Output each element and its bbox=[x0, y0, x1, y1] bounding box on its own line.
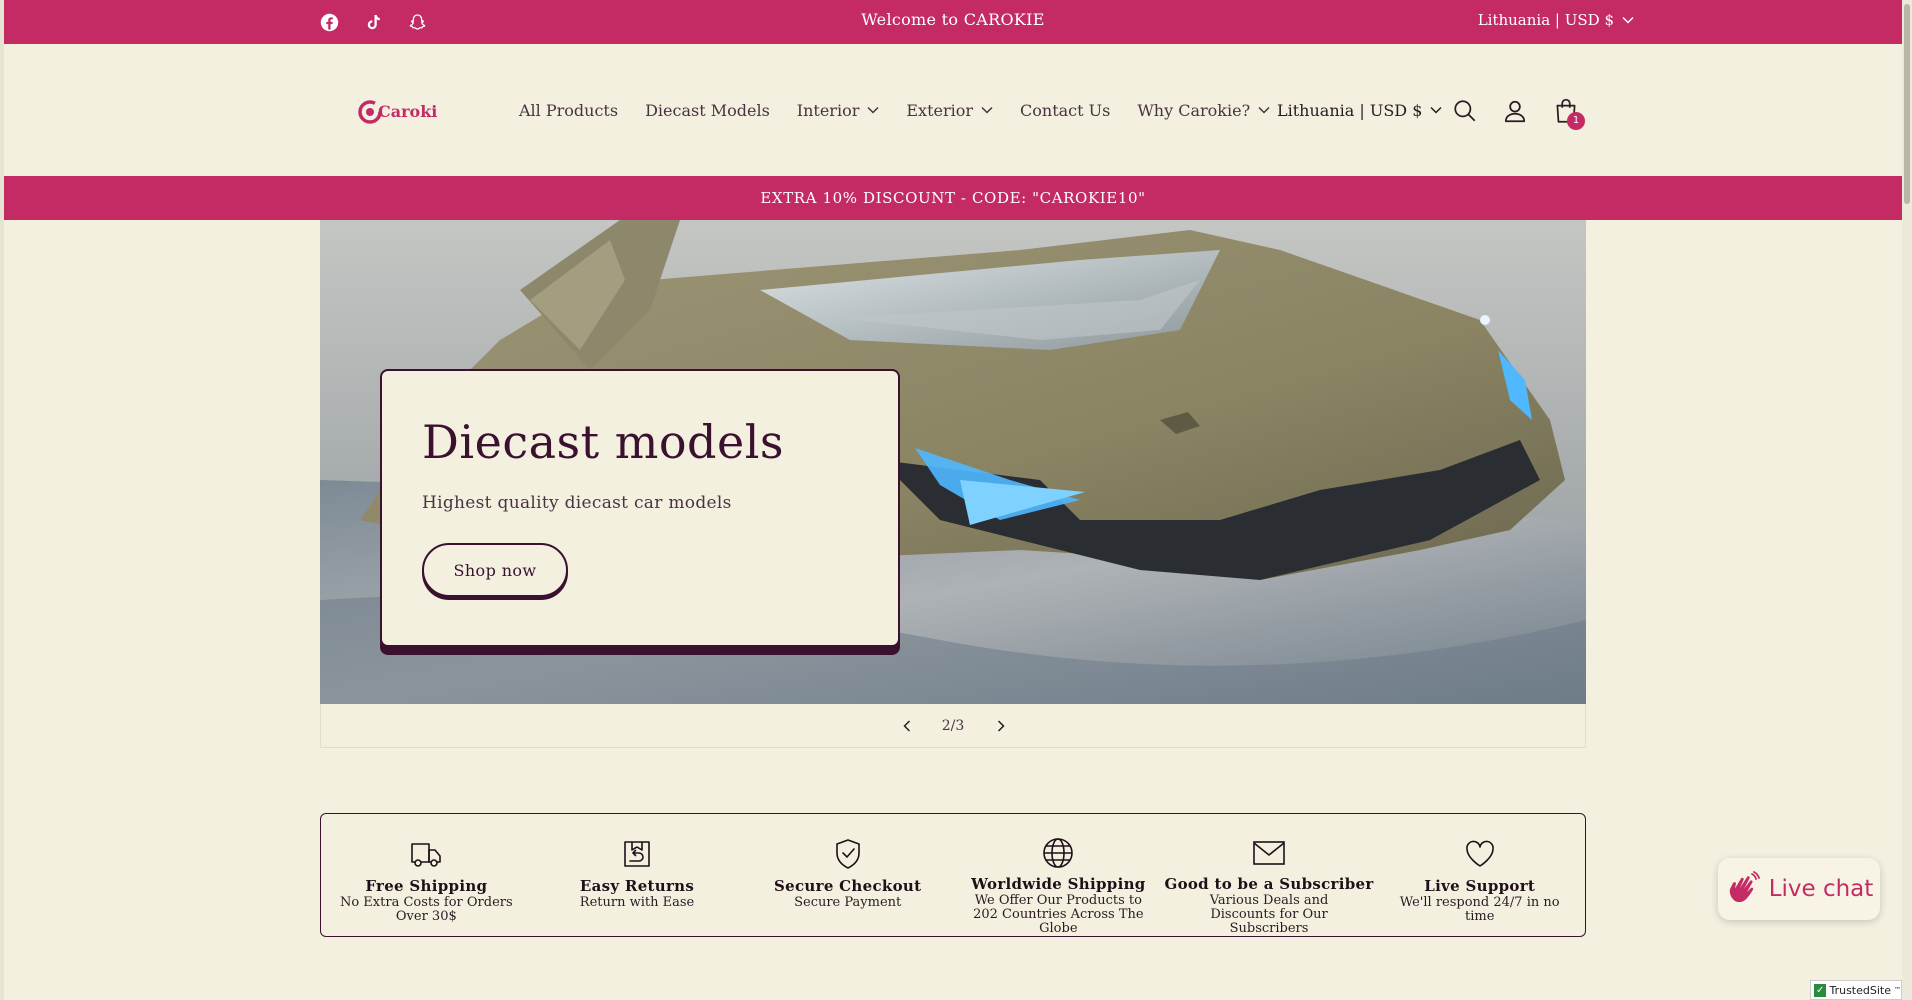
next-slide-button[interactable] bbox=[989, 714, 1013, 738]
chevron-down-icon bbox=[1622, 16, 1634, 24]
nav-label: Exterior bbox=[906, 100, 974, 120]
hero-title: Diecast models bbox=[422, 415, 785, 469]
waving-hand-icon bbox=[1729, 871, 1760, 903]
feature-description: We'll respond 24/7 in no time bbox=[1399, 895, 1560, 924]
feature-free-shipping: Free Shipping No Extra Costs for Orders … bbox=[321, 814, 532, 936]
chevron-down-icon bbox=[867, 106, 879, 114]
feature-description: No Extra Costs for Orders Over 30$ bbox=[339, 895, 513, 924]
chevron-right-icon bbox=[997, 720, 1005, 732]
promo-banner: EXTRA 10% DISCOUNT - CODE: "CAROKIE10" bbox=[4, 176, 1902, 220]
live-chat-button[interactable]: Live chat bbox=[1718, 858, 1880, 920]
feature-subscriber: Good to be a Subscriber Various Deals an… bbox=[1164, 814, 1375, 936]
feature-secure-checkout: Secure Checkout Secure Payment bbox=[742, 814, 953, 936]
truck-icon bbox=[411, 843, 442, 867]
feature-easy-returns: Easy Returns Return with Ease bbox=[532, 814, 743, 936]
feature-title: Worldwide Shipping bbox=[971, 875, 1146, 893]
site-header: Carokie All Products Diecast Models Inte… bbox=[4, 44, 1902, 176]
feature-description: Return with Ease bbox=[579, 895, 695, 910]
nav-diecast-models[interactable]: Diecast Models bbox=[645, 101, 770, 120]
check-icon: ✓ bbox=[1814, 983, 1827, 997]
trademark-mark: ™ bbox=[1894, 986, 1901, 994]
carokie-logo[interactable]: Carokie bbox=[358, 92, 448, 132]
feature-title: Easy Returns bbox=[579, 877, 695, 895]
nav-contact-us[interactable]: Contact Us bbox=[1020, 101, 1110, 120]
live-chat-label: Live chat bbox=[1768, 876, 1874, 902]
feature-title: Free Shipping bbox=[365, 877, 488, 895]
return-box-icon bbox=[624, 841, 650, 867]
feature-live-support: Live Support We'll respond 24/7 in no ti… bbox=[1374, 814, 1585, 936]
cart-count-badge: 1 bbox=[1567, 112, 1585, 130]
nav-label: Diecast Models bbox=[645, 100, 770, 120]
hero-subtitle: Highest quality diecast car models bbox=[422, 493, 732, 513]
carokie-logo-mark: Carokie bbox=[358, 100, 448, 124]
nav-why-carokie[interactable]: Why Carokie? bbox=[1137, 101, 1270, 120]
user-icon bbox=[1504, 100, 1526, 123]
feature-description: Secure Payment bbox=[794, 895, 902, 910]
main-navigation: All Products Diecast Models Interior Ext… bbox=[519, 44, 1297, 176]
search-icon bbox=[1454, 100, 1476, 122]
shop-now-button[interactable]: Shop now bbox=[422, 543, 568, 597]
trustedsite-badge[interactable]: ✓ TrustedSite ™ bbox=[1810, 980, 1902, 1000]
slide-counter: 2/3 bbox=[941, 718, 965, 734]
feature-title: Secure Checkout bbox=[774, 877, 922, 895]
announcement-bar: Welcome to CAROKIE Lithuania | USD $ bbox=[4, 0, 1902, 44]
nav-label: All Products bbox=[519, 100, 619, 120]
nav-label: Contact Us bbox=[1020, 100, 1111, 120]
feature-description: We Offer Our Products to 202 Countries A… bbox=[973, 893, 1144, 936]
feature-worldwide-shipping: Worldwide Shipping We Offer Our Products… bbox=[953, 814, 1164, 936]
globe-icon bbox=[1043, 838, 1074, 868]
search-button[interactable] bbox=[1450, 96, 1480, 126]
hero-text-card: Diecast models Highest quality diecast c… bbox=[380, 369, 900, 647]
chevron-down-icon bbox=[1430, 106, 1442, 114]
feature-title: Good to be a Subscriber bbox=[1164, 875, 1374, 893]
cart-button[interactable]: 1 bbox=[1551, 96, 1585, 130]
chevron-down-icon bbox=[981, 106, 993, 114]
topbar-locale-selector[interactable]: Lithuania | USD $ bbox=[1478, 0, 1634, 40]
store-features: Free Shipping No Extra Costs for Orders … bbox=[320, 813, 1586, 937]
feature-description: Various Deals and Discounts for Our Subs… bbox=[1209, 893, 1329, 936]
slideshow-controls: 2/3 bbox=[320, 704, 1586, 748]
trustedsite-label: TrustedSite bbox=[1829, 983, 1891, 997]
header-locale-selector[interactable]: Lithuania | USD $ bbox=[1277, 44, 1442, 176]
logo-text: Carokie bbox=[378, 102, 438, 121]
topbar-locale-label: Lithuania | USD $ bbox=[1477, 11, 1614, 29]
nav-all-products[interactable]: All Products bbox=[519, 101, 618, 120]
feature-title: Live Support bbox=[1424, 877, 1536, 895]
nav-interior[interactable]: Interior bbox=[797, 101, 880, 120]
nav-exterior[interactable]: Exterior bbox=[906, 101, 993, 120]
chevron-down-icon bbox=[1258, 106, 1270, 114]
header-locale-label: Lithuania | USD $ bbox=[1277, 100, 1423, 120]
nav-label: Why Carokie? bbox=[1137, 100, 1251, 120]
nav-label: Interior bbox=[796, 100, 860, 120]
page-scrollbar[interactable] bbox=[1902, 0, 1912, 1000]
scrollbar-thumb[interactable] bbox=[1904, 4, 1910, 204]
envelope-icon bbox=[1253, 841, 1285, 865]
shield-check-icon bbox=[835, 839, 860, 869]
heart-icon bbox=[1465, 840, 1494, 867]
account-button[interactable] bbox=[1500, 96, 1530, 126]
